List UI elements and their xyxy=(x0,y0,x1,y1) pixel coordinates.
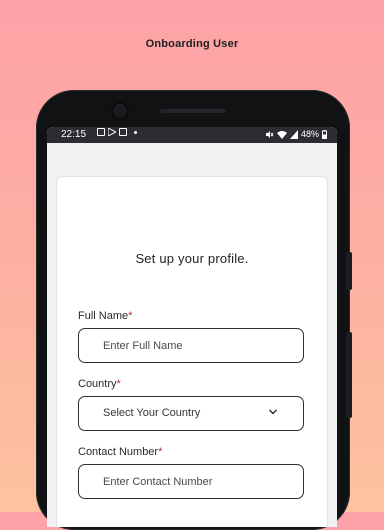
country-select-value: Select Your Country xyxy=(103,407,201,419)
contact-number-input[interactable] xyxy=(79,465,303,498)
phone-screen: 22:15 48% Set up your profile. Full Name… xyxy=(47,127,337,527)
mute-icon xyxy=(265,130,274,138)
required-mark: * xyxy=(128,310,133,322)
system-icons: 48% xyxy=(265,129,327,139)
country-label: Country* xyxy=(78,378,121,390)
country-select[interactable]: Select Your Country xyxy=(78,396,304,431)
full-name-label: Full Name* xyxy=(78,310,133,322)
dot-icon xyxy=(134,130,137,134)
required-mark: * xyxy=(158,446,163,458)
contact-number-field-box xyxy=(78,464,304,499)
notification-icons xyxy=(97,128,137,136)
earpiece-speaker xyxy=(160,109,226,113)
power-button xyxy=(346,332,352,418)
required-mark: * xyxy=(116,378,121,390)
full-name-input[interactable] xyxy=(79,329,303,362)
profile-title: Set up your profile. xyxy=(135,251,249,266)
status-bar: 22:15 48% xyxy=(47,127,337,143)
full-name-field-box xyxy=(78,328,304,363)
contact-number-label: Contact Number* xyxy=(78,446,163,458)
signal-icon xyxy=(289,129,298,139)
status-time: 22:15 xyxy=(61,129,87,140)
photo-icon xyxy=(97,128,105,136)
image-icon xyxy=(119,128,127,136)
battery-percent: 48% xyxy=(300,129,319,139)
chevron-down-icon xyxy=(269,409,277,415)
onboarding-caption: Onboarding User xyxy=(145,38,239,50)
wifi-icon xyxy=(276,130,287,139)
battery-icon xyxy=(322,129,327,139)
profile-card: Set up your profile. Full Name* Country*… xyxy=(57,177,327,527)
front-camera xyxy=(113,104,127,118)
volume-button xyxy=(346,252,352,290)
send-icon xyxy=(108,128,116,136)
